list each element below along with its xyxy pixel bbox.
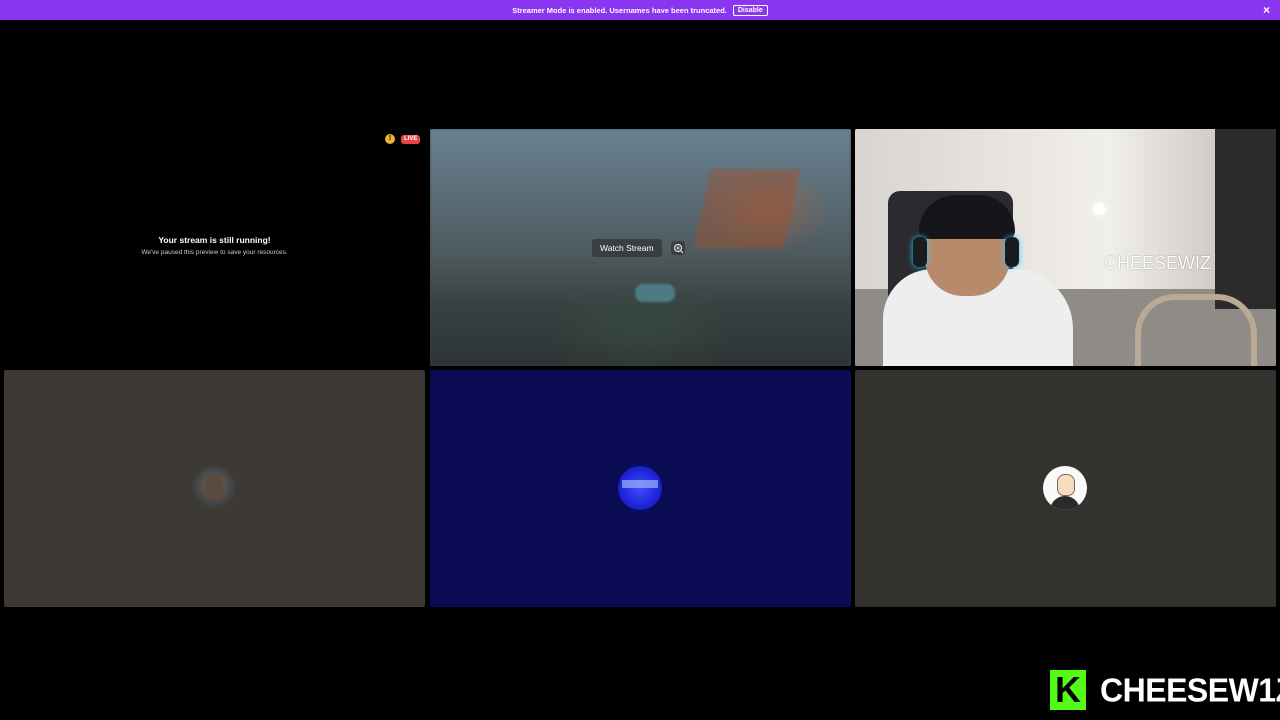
webcam-name-overlay: CHEESEWIZ (1104, 253, 1212, 273)
popout-icon[interactable] (671, 241, 685, 255)
kick-logo-icon: K (1050, 670, 1086, 710)
close-icon[interactable]: × (1263, 3, 1270, 17)
watch-stream-button[interactable]: Watch Stream (592, 239, 662, 257)
person-hair (919, 195, 1015, 239)
avatar-face (1057, 474, 1075, 496)
paused-preview-message: Your stream is still running! We've paus… (4, 235, 425, 256)
avatar-face (205, 474, 223, 500)
participant-tile[interactable] (4, 370, 425, 607)
channel-watermark: K CHEESEW1Z (1050, 669, 1280, 711)
channel-name: CHEESEW1Z (1100, 670, 1280, 709)
folding-chair (1135, 294, 1257, 366)
streamer-mode-banner: Streamer Mode is enabled. Usernames have… (0, 0, 1280, 20)
participant-tile[interactable] (855, 370, 1276, 607)
paused-subtext: We've paused this preview to save your r… (141, 249, 288, 256)
participant-avatar (192, 466, 236, 510)
participant-tile[interactable] (430, 370, 851, 607)
headset-left (913, 237, 927, 267)
own-stream-tile[interactable]: ! LIVE Your stream is still running! We'… (4, 129, 425, 366)
live-badge: LIVE (401, 135, 421, 144)
warning-icon[interactable]: ! (385, 134, 395, 144)
avatar-shirt (1050, 496, 1080, 510)
webcam-closet (1215, 129, 1276, 309)
banner-message: Streamer Mode is enabled. Usernames have… (512, 5, 727, 15)
avatar-band (622, 480, 658, 488)
headset-right (1005, 237, 1019, 267)
participant-avatar (618, 466, 662, 510)
disable-streamer-mode-button[interactable]: Disable (732, 4, 768, 16)
webcam-tile[interactable]: CHEESEWIZ (855, 129, 1276, 366)
participant-avatar (1043, 466, 1087, 510)
room-light (1093, 203, 1105, 215)
paused-heading: Your stream is still running! (158, 235, 271, 245)
game-stream-tile[interactable]: Watch Stream (430, 129, 851, 366)
